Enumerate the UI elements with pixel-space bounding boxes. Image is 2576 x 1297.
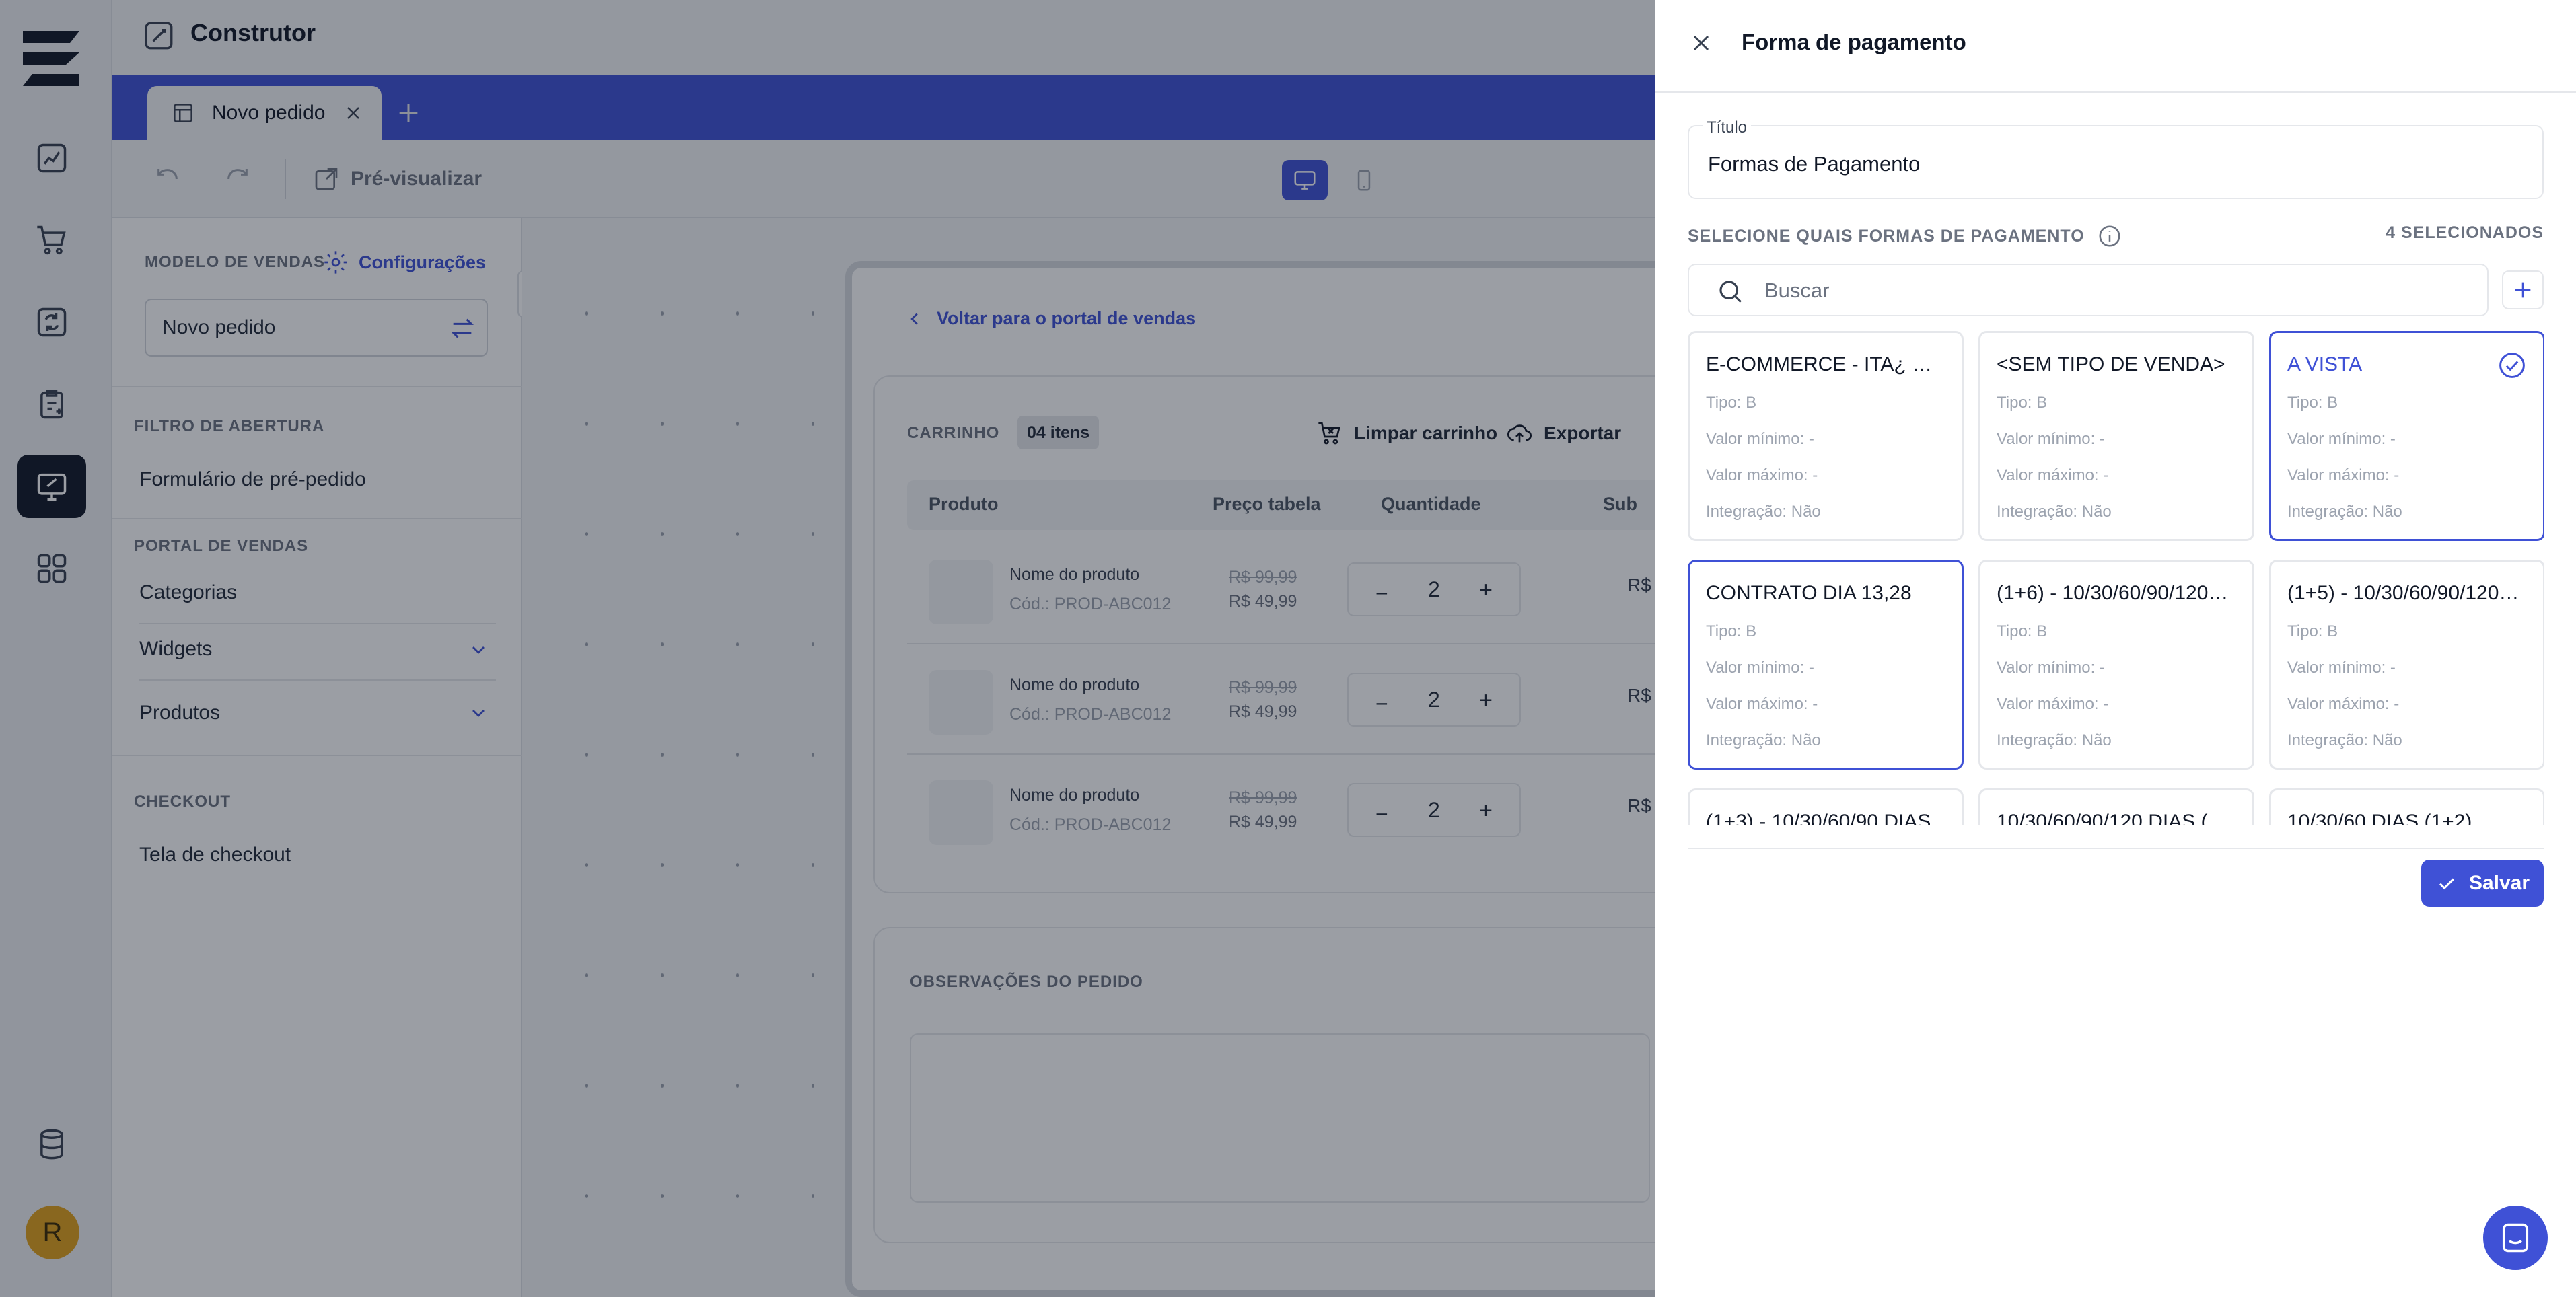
card-title: <SEM TIPO DE VENDA> (1997, 353, 2225, 375)
save-label: Salvar (2468, 872, 2530, 894)
card-integration: Integração: Não (1706, 731, 1821, 749)
select-methods-text: SELECIONE QUAIS FORMAS DE PAGAMENTO (1688, 226, 2085, 246)
search-box (1688, 264, 2489, 316)
card-title: CONTRATO DIA 13,28 (1706, 582, 1912, 604)
card-min-value: Valor mínimo: - (1997, 430, 2105, 448)
payment-methods-grid: E-COMMERCE - ITA¿ SHOPPING Tipo: B Valor… (1688, 331, 2544, 825)
payment-method-card[interactable]: CONTRATO DIA 13,28 Tipo: B Valor mínimo:… (1688, 560, 1964, 770)
card-title: A VISTA (2287, 353, 2363, 375)
payment-method-card[interactable]: (1+3) - 10/30/60/90 DIAS (1688, 788, 1964, 825)
card-integration: Integração: Não (2287, 731, 2402, 749)
card-type: Tipo: B (1997, 394, 2048, 412)
payment-method-card[interactable]: <SEM TIPO DE VENDA> Tipo: B Valor mínimo… (1978, 331, 2254, 541)
title-field-label: Título (1703, 118, 1752, 137)
card-type: Tipo: B (1706, 394, 1757, 412)
info-icon[interactable] (2097, 223, 2122, 249)
check-icon (2439, 878, 2454, 890)
payment-method-drawer: Forma de pagamento Título Formas de Paga… (1655, 0, 2576, 1297)
card-max-value: Valor máximo: - (1706, 695, 1818, 713)
chat-support-button[interactable] (2483, 1206, 2548, 1270)
card-title: E-COMMERCE - ITA¿ SHOPPING (1706, 353, 1941, 375)
drawer-header: Forma de pagamento (1655, 0, 2576, 93)
card-max-value: Valor máximo: - (1997, 466, 2109, 484)
drawer-title: Forma de pagamento (1742, 30, 1966, 54)
card-type: Tipo: B (1997, 622, 2048, 640)
add-payment-method-button[interactable] (2502, 270, 2544, 309)
card-min-value: Valor mínimo: - (2287, 430, 2396, 448)
card-min-value: Valor mínimo: - (1706, 659, 1814, 677)
card-integration: Integração: Não (2287, 503, 2402, 521)
card-title: (1+5) - 10/30/60/90/120/150 (2287, 582, 2523, 604)
card-min-value: Valor mínimo: - (1997, 659, 2105, 677)
card-integration: Integração: Não (1997, 731, 2112, 749)
card-min-value: Valor mínimo: - (2287, 659, 2396, 677)
check-circle-icon (2499, 353, 2525, 378)
payment-method-card[interactable]: (1+5) - 10/30/60/90/120/150 Tipo: B Valo… (2269, 560, 2544, 770)
card-title: 10/30/60 DIAS (1+2) (2287, 811, 2472, 825)
card-max-value: Valor máximo: - (1997, 695, 2109, 713)
plus-icon (2515, 282, 2531, 298)
title-field[interactable]: Título Formas de Pagamento (1688, 118, 2544, 199)
payment-method-card[interactable]: E-COMMERCE - ITA¿ SHOPPING Tipo: B Valor… (1688, 331, 1964, 541)
selected-count: 4 SELECIONADOS (2386, 223, 2544, 242)
search-input[interactable] (1764, 272, 2464, 309)
card-integration: Integração: Não (1997, 503, 2112, 521)
card-type: Tipo: B (2287, 622, 2338, 640)
close-icon[interactable] (1688, 30, 1715, 57)
payment-method-card[interactable]: 10/30/60/90/120 DIAS (1+4) (1978, 788, 2254, 825)
title-field-value: Formas de Pagamento (1708, 152, 1921, 176)
card-max-value: Valor máximo: - (2287, 695, 2400, 713)
chat-icon (2502, 1223, 2529, 1253)
search-icon (1719, 281, 1742, 303)
save-button[interactable]: Salvar (2421, 860, 2544, 907)
payment-method-card[interactable]: (1+6) - 10/30/60/90/120/150/180 Tipo: B … (1978, 560, 2254, 770)
select-methods-label: SELECIONE QUAIS FORMAS DE PAGAMENTO (1688, 223, 2122, 249)
card-max-value: Valor máximo: - (1706, 466, 1818, 484)
card-type: Tipo: B (1706, 622, 1757, 640)
footer-divider (1688, 848, 2544, 849)
payment-method-card[interactable]: 10/30/60 DIAS (1+2) (2269, 788, 2544, 825)
card-max-value: Valor máximo: - (2287, 466, 2400, 484)
card-integration: Integração: Não (1706, 503, 1821, 521)
card-title: (1+3) - 10/30/60/90 DIAS (1706, 811, 1931, 825)
card-type: Tipo: B (2287, 394, 2338, 412)
card-title: 10/30/60/90/120 DIAS (1+4) (1997, 811, 2232, 825)
payment-method-card-selected[interactable]: A VISTA Tipo: B Valor mínimo: - Valor má… (2269, 331, 2544, 541)
card-min-value: Valor mínimo: - (1706, 430, 1814, 448)
card-title: (1+6) - 10/30/60/90/120/150/180 (1997, 582, 2232, 604)
